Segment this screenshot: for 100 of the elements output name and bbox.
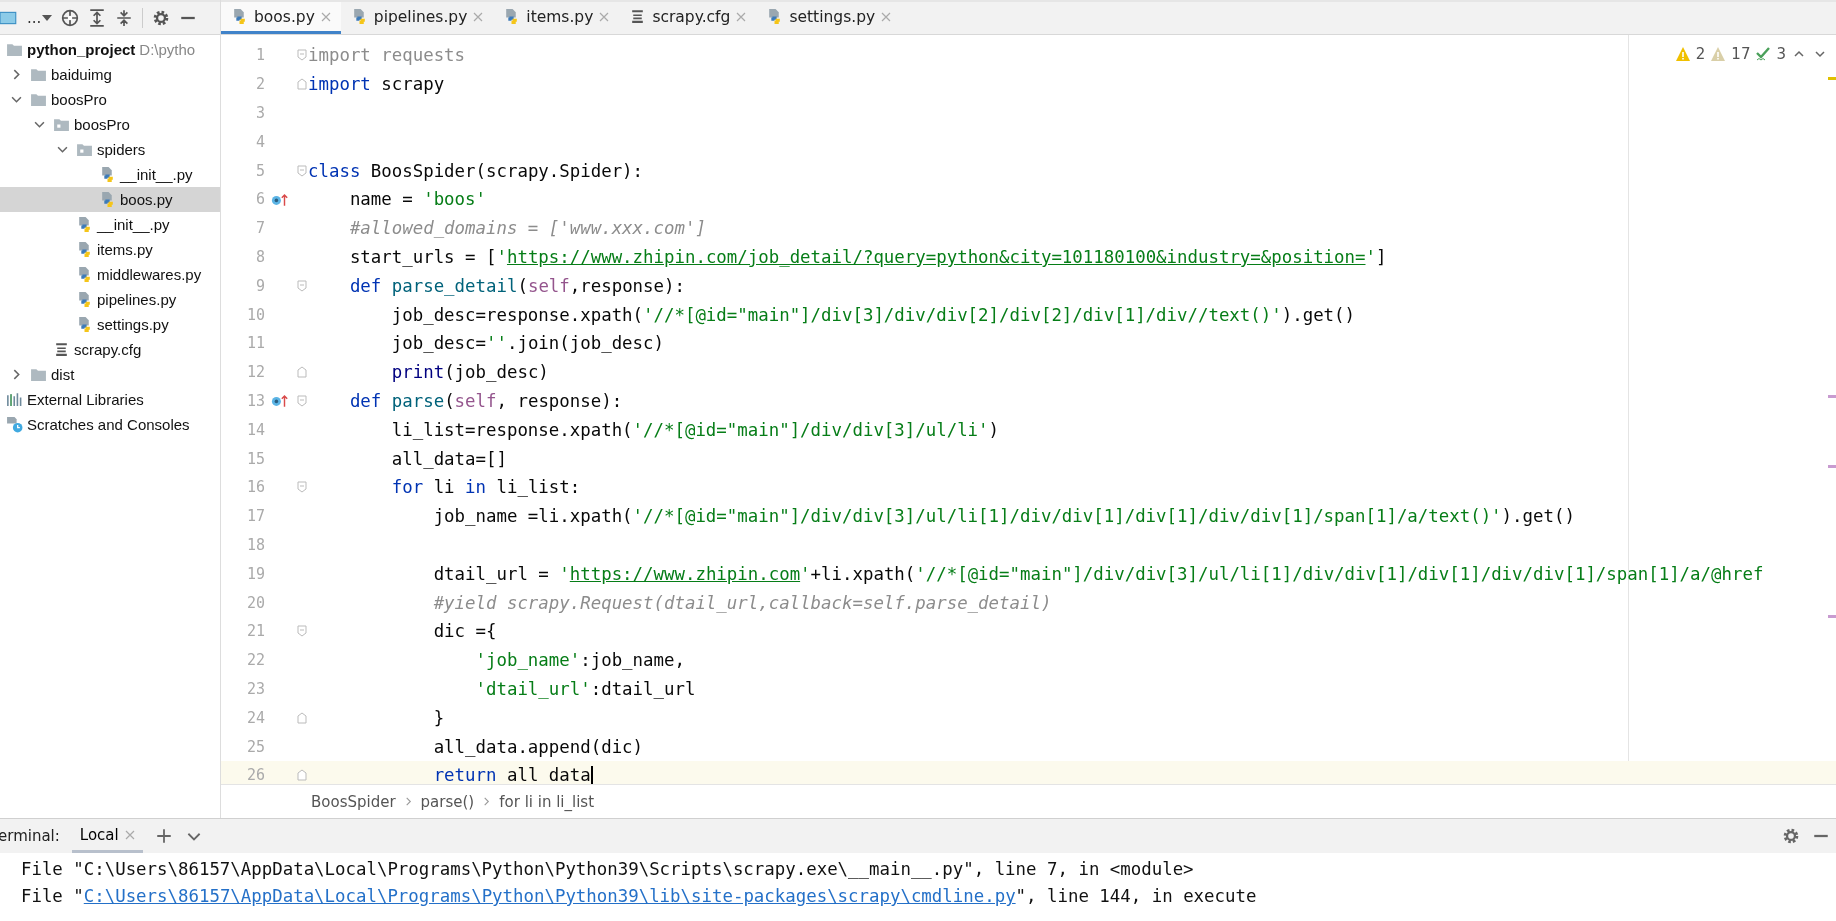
file-tab[interactable]: settings.py: [756, 2, 902, 34]
code-line: }: [432, 707, 445, 728]
line-number: 9: [254, 276, 265, 295]
line-number: 7: [254, 219, 265, 238]
tree-item[interactable]: __init__.py: [0, 162, 220, 187]
terminal-line: File "C:\Users\86157\AppData\Local\Programs\Python\Python39\lib\site-packages\scrapy\cmdline.py", line 144, in execute: [19, 886, 1258, 908]
line-number: 21: [245, 622, 265, 641]
tree-item[interactable]: settings.py: [0, 312, 220, 337]
settings-icon[interactable]: [152, 9, 171, 27]
collapse-all-icon[interactable]: [115, 9, 134, 27]
line-number: 18: [245, 535, 265, 554]
file-tab[interactable]: pipelines.py: [340, 2, 494, 34]
fold-end-marker-icon[interactable]: [296, 366, 307, 379]
folder-icon: [30, 66, 47, 83]
close-icon[interactable]: [736, 11, 747, 22]
line-number: 13: [245, 391, 265, 410]
code-line: all_data=[]: [390, 448, 507, 469]
project-view-icon[interactable]: [0, 9, 18, 27]
tree-item[interactable]: baiduimg: [0, 62, 220, 87]
tree-item[interactable]: boos.py: [0, 187, 220, 212]
chevron-down-icon[interactable]: [10, 94, 22, 105]
tree-item[interactable]: pipelines.py: [0, 287, 220, 312]
scratch-file-icon: [6, 416, 23, 433]
tree-item[interactable]: scrapy.cfg: [0, 337, 220, 362]
tree-item[interactable]: Scratches and Consoles: [0, 412, 220, 437]
tree-item[interactable]: boosPro: [0, 87, 220, 112]
chevron-down-icon[interactable]: [56, 144, 68, 155]
view-selector-label[interactable]: ...: [27, 9, 42, 27]
fold-marker-icon[interactable]: [296, 164, 307, 177]
folder-icon: [30, 366, 47, 383]
breadcrumb[interactable]: for li in li_list: [499, 792, 595, 811]
fold-marker-icon[interactable]: [296, 49, 307, 62]
close-icon[interactable]: [599, 11, 610, 22]
line-number: 1: [254, 46, 265, 65]
breadcrumb[interactable]: parse(): [420, 792, 475, 811]
tree-item[interactable]: python_project D:\pytho: [0, 37, 220, 62]
expand-all-icon[interactable]: [88, 9, 107, 27]
folder-icon: [6, 41, 23, 58]
file-tab[interactable]: scrapy.cfg: [619, 2, 757, 34]
override-marker-icon[interactable]: [271, 191, 289, 207]
tree-item[interactable]: External Libraries: [0, 387, 220, 412]
fold-end-marker-icon[interactable]: [296, 711, 307, 724]
fold-end-marker-icon[interactable]: [296, 769, 307, 782]
fold-end-marker-icon[interactable]: [296, 78, 307, 91]
caret-icon[interactable]: [42, 15, 53, 21]
close-icon[interactable]: [124, 829, 135, 840]
tree-item[interactable]: dist: [0, 362, 220, 387]
code-line: #yield scrapy.Request(dtail_url,callback=self.parse_detail): [432, 592, 1052, 613]
close-icon[interactable]: [320, 11, 331, 22]
line-number: 4: [254, 132, 265, 151]
file-tab[interactable]: boos.py: [221, 2, 341, 34]
line-number: 8: [254, 247, 265, 266]
crosshair-icon[interactable]: [61, 9, 80, 27]
code-line: class BoosSpider(scrapy.Spider):: [308, 160, 644, 181]
line-number: 6: [254, 190, 265, 209]
close-icon[interactable]: [473, 11, 484, 22]
line-number: 11: [245, 334, 265, 353]
code-line: dtail_url = 'https://www.zhipin.com'+li.xpath('//*[@id="main"]/div/div[3]/ul/li[1]/div/div[1]/div[1]/div/div[1]/span[1]/a/@href: [432, 563, 1764, 584]
line-number: 10: [245, 305, 265, 324]
code-line: dic ={: [432, 621, 497, 642]
warning-icon[interactable]: [1674, 46, 1691, 62]
code-line: job_desc=response.xpath('//*[@id="main"]/div[3]/div/div[2]/div[2]/div[1]/div//text()').get(): [390, 304, 1356, 325]
python-file-icon: [76, 291, 93, 308]
fold-marker-icon[interactable]: [296, 279, 307, 292]
tree-item[interactable]: items.py: [0, 237, 220, 262]
python-file-icon: [76, 241, 93, 258]
fold-marker-icon[interactable]: [296, 625, 307, 638]
chevron-right-icon: [403, 797, 413, 806]
python-file-icon: [99, 166, 116, 183]
terminal-line: File "C:\Users\86157\AppData\Local\Programs\Python\Python39\Scripts\scrapy.exe\__main__.py", line 7, in <module>: [19, 859, 1195, 881]
fold-marker-icon[interactable]: [296, 394, 307, 407]
breadcrumb[interactable]: BoosSpider: [311, 792, 396, 811]
tree-item[interactable]: middlewares.py: [0, 262, 220, 287]
file-tab[interactable]: items.py: [493, 2, 620, 34]
terminal-tab[interactable]: Local: [71, 819, 143, 853]
close-icon[interactable]: [881, 11, 892, 22]
package-folder-icon: [53, 116, 70, 133]
code-line: start_urls = ['https://www.zhipin.com/job_detail/?query=python&city=101180100&industry=&position=']: [348, 246, 1387, 267]
text-file-icon: [53, 341, 70, 358]
plus-icon[interactable]: [154, 827, 173, 845]
line-number: 22: [245, 651, 265, 670]
file-link[interactable]: C:\Users\86157\AppData\Local\Programs\Python\Python39\lib\site-packages\scrapy\cmdline.py: [83, 886, 1016, 906]
settings-icon[interactable]: [1782, 827, 1800, 845]
python-file-icon: [99, 191, 116, 208]
code-line: print(job_desc): [390, 362, 549, 383]
line-number: 25: [245, 737, 265, 756]
tree-item[interactable]: spiders: [0, 137, 220, 162]
warning-count: 2: [1695, 45, 1706, 63]
tree-item[interactable]: __init__.py: [0, 212, 220, 237]
tree-item[interactable]: boosPro: [0, 112, 220, 137]
package-folder-icon: [76, 141, 93, 158]
line-number: 2: [254, 75, 265, 94]
typo-check-icon[interactable]: [1755, 46, 1772, 62]
line-number: 15: [245, 449, 265, 468]
python-file-icon: [231, 8, 248, 25]
chevron-down-icon[interactable]: [33, 119, 45, 130]
code-line: def parse_detail(self,response):: [348, 275, 685, 296]
override-marker-icon[interactable]: [271, 393, 289, 409]
fold-marker-icon[interactable]: [296, 481, 307, 494]
line-number: 23: [245, 679, 265, 698]
